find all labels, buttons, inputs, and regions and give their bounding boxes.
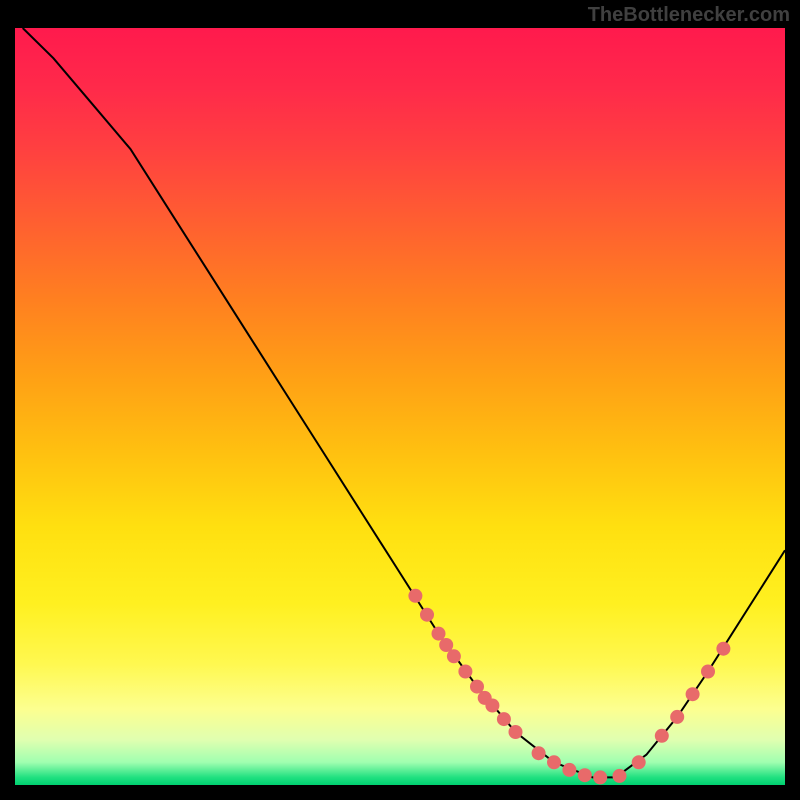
data-marker — [509, 725, 523, 739]
data-marker — [432, 627, 446, 641]
data-marker — [532, 746, 546, 760]
data-marker — [485, 699, 499, 713]
data-marker — [578, 768, 592, 782]
data-marker — [497, 712, 511, 726]
data-marker — [655, 729, 669, 743]
data-marker — [447, 649, 461, 663]
chart-overlay — [15, 28, 785, 785]
data-markers — [408, 589, 730, 785]
chart-plot-area — [15, 28, 785, 785]
data-marker — [547, 755, 561, 769]
bottleneck-curve — [23, 28, 785, 777]
data-marker — [686, 687, 700, 701]
data-marker — [458, 665, 472, 679]
data-marker — [613, 769, 627, 783]
data-marker — [632, 755, 646, 769]
data-marker — [593, 770, 607, 784]
data-marker — [420, 608, 434, 622]
data-marker — [408, 589, 422, 603]
data-marker — [701, 665, 715, 679]
data-marker — [670, 710, 684, 724]
data-marker — [716, 642, 730, 656]
data-marker — [562, 763, 576, 777]
attribution-label: TheBottlenecker.com — [588, 4, 790, 27]
